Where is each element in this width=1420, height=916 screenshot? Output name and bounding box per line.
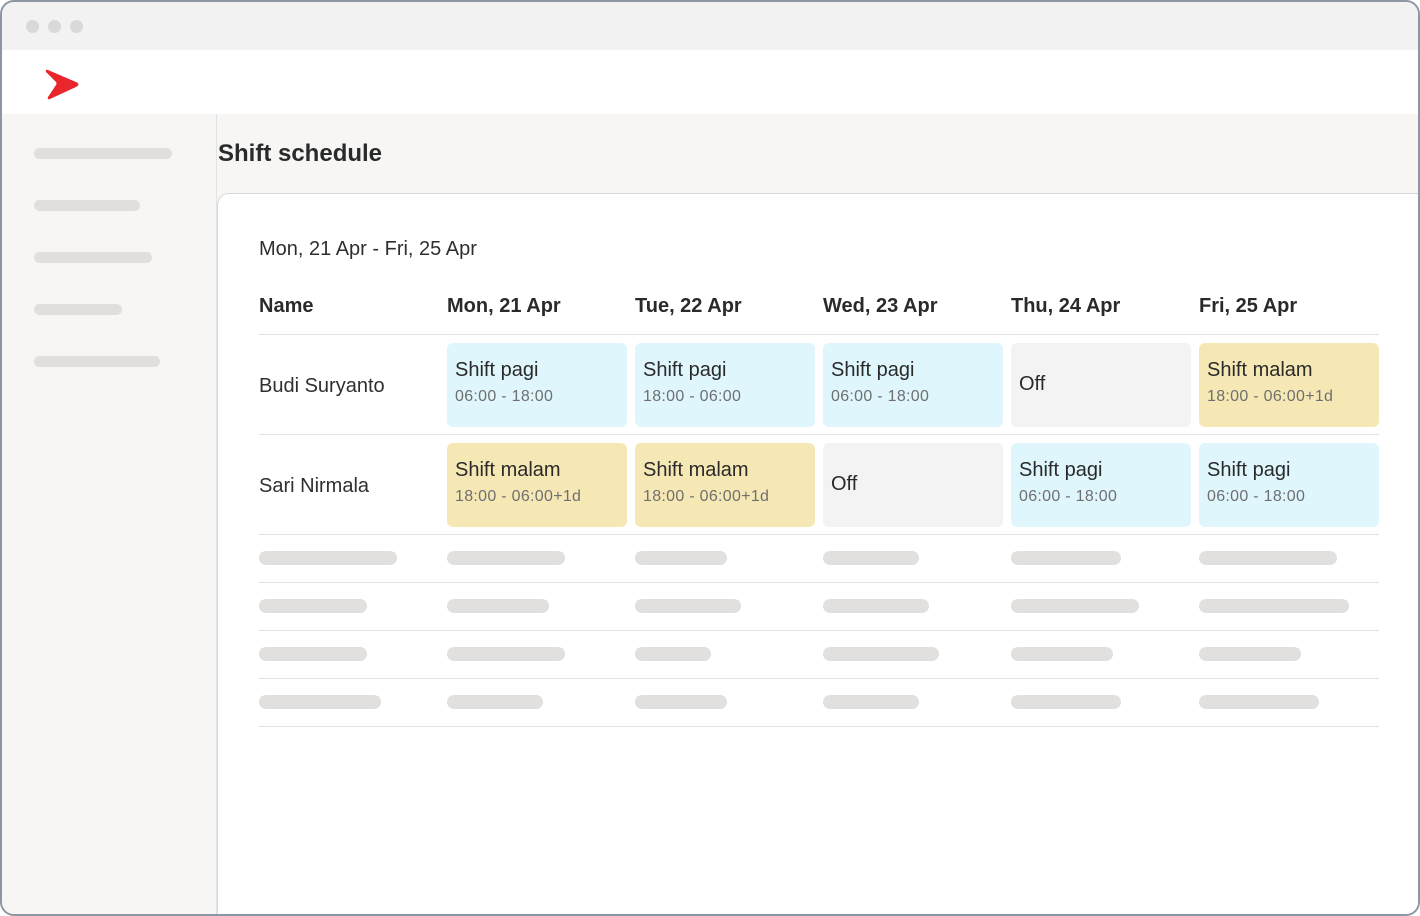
- placeholder-bar: [259, 551, 397, 565]
- shift-cell[interactable]: Shift pagi 06:00 - 18:00: [1199, 443, 1379, 527]
- sidebar: [2, 114, 217, 914]
- row-divider: [259, 630, 1379, 631]
- shift-time: 18:00 - 06:00+1d: [643, 488, 770, 505]
- shift-cell[interactable]: Shift pagi 06:00 - 18:00: [1011, 443, 1191, 527]
- placeholder-bar: [447, 647, 565, 661]
- row-divider: [259, 678, 1379, 679]
- placeholder-bar: [1011, 551, 1121, 565]
- placeholder-bar: [823, 551, 919, 565]
- column-header-day: Mon, 21 Apr: [447, 295, 561, 317]
- shift-label: Off: [1019, 373, 1046, 395]
- placeholder-bar: [1011, 599, 1139, 613]
- placeholder-bar: [259, 695, 381, 709]
- app-window: Shift schedule Mon, 21 Apr - Fri, 25 Apr…: [0, 0, 1420, 916]
- shift-label: Shift malam: [643, 459, 749, 481]
- shift-cell[interactable]: Shift pagi 18:00 - 06:00: [635, 343, 815, 427]
- row-divider: [259, 726, 1379, 727]
- sidebar-item-placeholder[interactable]: [34, 252, 152, 263]
- placeholder-bar: [823, 599, 929, 613]
- app-header: [2, 50, 1418, 114]
- shift-time: 18:00 - 06:00+1d: [1207, 388, 1334, 405]
- schedule-card: Mon, 21 Apr - Fri, 25 Apr Name Mon, 21 A…: [217, 193, 1418, 914]
- placeholder-bar: [447, 599, 549, 613]
- placeholder-bar: [823, 647, 939, 661]
- row-divider: [259, 534, 1379, 535]
- page-title: Shift schedule: [218, 140, 383, 167]
- shift-cell[interactable]: Shift malam 18:00 - 06:00+1d: [447, 443, 627, 527]
- placeholder-bar: [447, 695, 543, 709]
- placeholder-bar: [635, 695, 727, 709]
- sidebar-item-placeholder[interactable]: [34, 304, 122, 315]
- window-close-dot[interactable]: [26, 20, 39, 33]
- sidebar-item-placeholder[interactable]: [34, 356, 160, 367]
- employee-name: Budi Suryanto: [259, 375, 385, 397]
- row-divider: [259, 434, 1379, 435]
- shift-label: Off: [831, 473, 858, 495]
- header-divider: [259, 334, 1379, 335]
- window-minimize-dot[interactable]: [48, 20, 61, 33]
- placeholder-bar: [1011, 695, 1121, 709]
- shift-time: 06:00 - 18:00: [1207, 488, 1306, 505]
- placeholder-bar: [259, 599, 367, 613]
- logo-icon[interactable]: [42, 66, 82, 102]
- employee-name: Sari Nirmala: [259, 475, 370, 497]
- shift-time: 18:00 - 06:00+1d: [455, 488, 582, 505]
- placeholder-bar: [447, 551, 565, 565]
- column-header-name: Name: [259, 295, 314, 317]
- placeholder-bar: [1011, 647, 1113, 661]
- shift-time: 06:00 - 18:00: [831, 388, 930, 405]
- placeholder-bar: [1199, 599, 1349, 613]
- column-header-day: Tue, 22 Apr: [635, 295, 742, 317]
- shift-cell[interactable]: Shift malam 18:00 - 06:00+1d: [635, 443, 815, 527]
- window-titlebar: [2, 2, 1418, 50]
- placeholder-bar: [635, 599, 741, 613]
- placeholder-bar: [635, 647, 711, 661]
- shift-label: Shift pagi: [1019, 459, 1103, 481]
- shift-label: Shift malam: [1207, 359, 1313, 381]
- column-header-day: Fri, 25 Apr: [1199, 295, 1298, 317]
- column-header-day: Wed, 23 Apr: [823, 295, 938, 317]
- shift-cell[interactable]: Shift pagi 06:00 - 18:00: [823, 343, 1003, 427]
- date-range: Mon, 21 Apr - Fri, 25 Apr: [259, 238, 477, 260]
- column-header-day: Thu, 24 Apr: [1011, 295, 1121, 317]
- shift-label: Shift pagi: [831, 359, 915, 381]
- placeholder-bar: [1199, 695, 1319, 709]
- shift-time: 18:00 - 06:00: [643, 388, 742, 405]
- placeholder-bar: [1199, 551, 1337, 565]
- row-divider: [259, 582, 1379, 583]
- shift-label: Shift pagi: [455, 359, 539, 381]
- placeholder-bar: [1199, 647, 1301, 661]
- placeholder-bar: [635, 551, 727, 565]
- shift-cell[interactable]: Shift pagi 06:00 - 18:00: [447, 343, 627, 427]
- window-maximize-dot[interactable]: [70, 20, 83, 33]
- shift-cell[interactable]: Shift malam 18:00 - 06:00+1d: [1199, 343, 1379, 427]
- placeholder-bar: [259, 647, 367, 661]
- shift-cell[interactable]: Off: [1011, 343, 1191, 427]
- shift-time: 06:00 - 18:00: [1019, 488, 1118, 505]
- sidebar-item-placeholder[interactable]: [34, 200, 140, 211]
- shift-label: Shift malam: [455, 459, 561, 481]
- shift-label: Shift pagi: [643, 359, 727, 381]
- shift-label: Shift pagi: [1207, 459, 1291, 481]
- placeholder-bar: [823, 695, 919, 709]
- shift-cell[interactable]: Off: [823, 443, 1003, 527]
- shift-time: 06:00 - 18:00: [455, 388, 554, 405]
- sidebar-item-placeholder[interactable]: [34, 148, 172, 159]
